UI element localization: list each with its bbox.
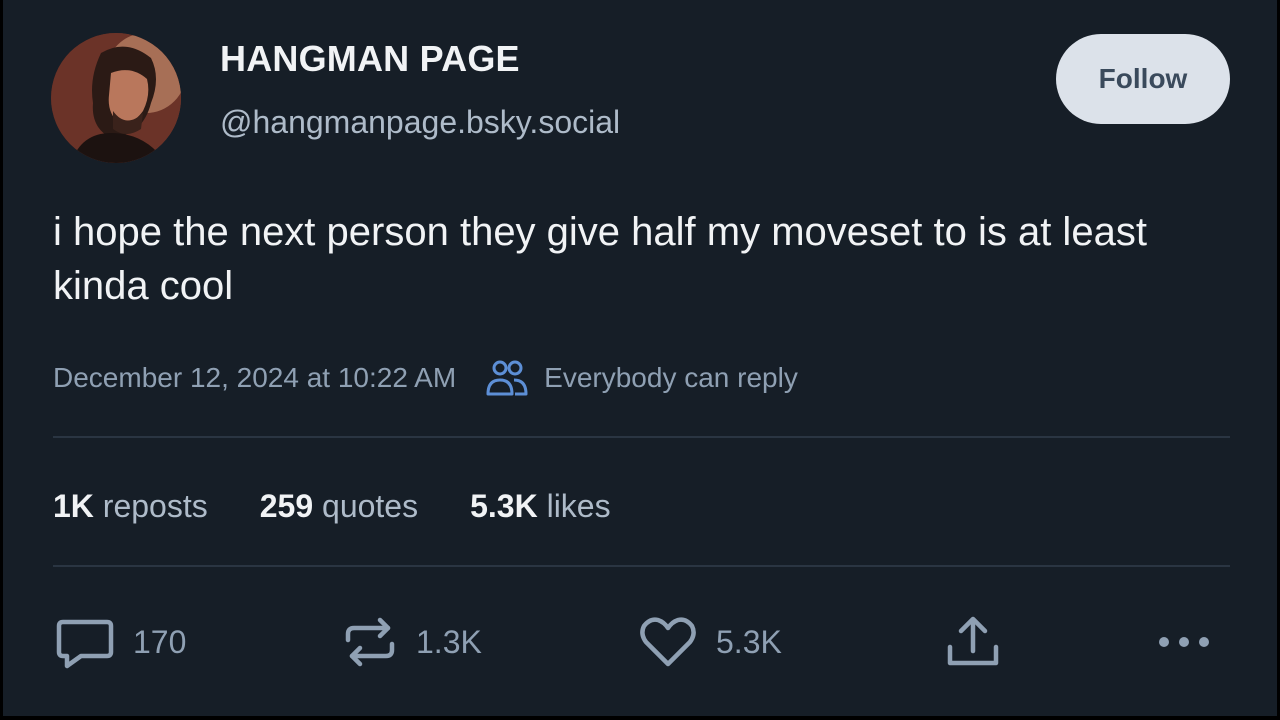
post-view: HANGMAN PAGE @hangmanpage.bsky.social Fo… [0, 0, 1280, 720]
avatar-image [51, 33, 181, 163]
follow-button[interactable]: Follow [1056, 34, 1230, 124]
avatar[interactable] [51, 33, 181, 163]
more-options-button[interactable] [1156, 612, 1230, 672]
repost-count: 1.3K [416, 623, 482, 660]
post-timestamp[interactable]: December 12, 2024 at 10:22 AM [53, 362, 456, 394]
repost-button[interactable]: 1.3K [342, 612, 482, 672]
divider [53, 436, 1230, 438]
heart-icon [640, 617, 696, 667]
like-button[interactable]: 5.3K [638, 612, 782, 672]
author-handle[interactable]: @hangmanpage.bsky.social [220, 104, 620, 141]
author-name[interactable]: HANGMAN PAGE [220, 38, 520, 80]
engagement-stats: 1K reposts 259 quotes 5.3K likes [53, 484, 663, 528]
more-icon [1159, 637, 1209, 647]
post-meta: December 12, 2024 at 10:22 AM Everybody … [53, 358, 798, 398]
reply-setting[interactable]: Everybody can reply [544, 362, 798, 394]
likes-label: likes [546, 487, 611, 524]
divider [53, 565, 1230, 567]
share-icon [947, 616, 999, 666]
reply-button[interactable]: 170 [55, 612, 186, 672]
quotes-stat[interactable]: 259 quotes [260, 488, 418, 525]
reply-count: 170 [133, 623, 187, 660]
post-text: i hope the next person they give half my… [53, 210, 1147, 308]
share-button[interactable] [944, 612, 1020, 672]
reply-icon [56, 619, 114, 669]
reposts-label: reposts [102, 487, 208, 524]
repost-icon [345, 617, 395, 667]
like-count: 5.3K [716, 623, 782, 660]
quotes-label: quotes [322, 487, 419, 524]
quotes-count: 259 [259, 487, 314, 524]
people-icon [486, 360, 528, 396]
likes-count: 5.3K [470, 487, 538, 524]
reposts-stat[interactable]: 1K reposts [53, 488, 208, 525]
frame-border-bottom [0, 716, 1280, 720]
frame-border-left [0, 0, 3, 720]
likes-stat[interactable]: 5.3K likes [470, 488, 611, 525]
reposts-count: 1K [53, 487, 94, 524]
